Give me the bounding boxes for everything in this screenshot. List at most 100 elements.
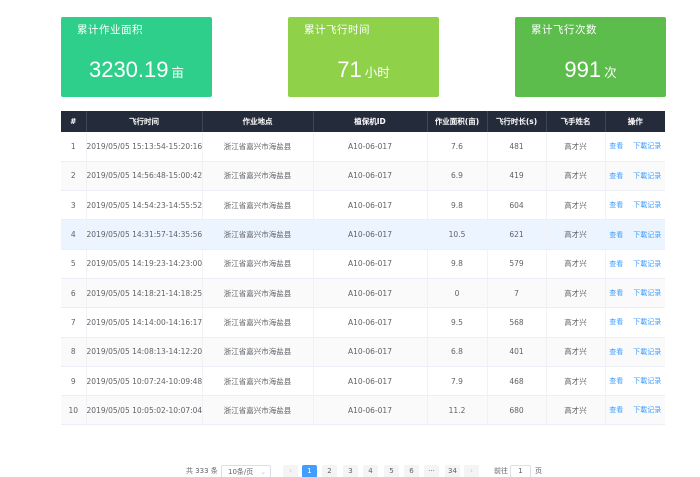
cell-location: 浙江省嘉兴市海盐县 — [202, 249, 314, 279]
stat-value: 71 小时 — [288, 57, 439, 83]
table-row: 10 2019/05/05 10:05:02-10:07:04 浙江省嘉兴市海盐县 A… — [61, 395, 665, 426]
column-header-pilot: 飞手姓名 — [546, 111, 606, 132]
table-row: 5 2019/05/05 14:19:23-14:23:00 浙江省嘉兴市海盐县 A1… — [61, 249, 665, 279]
page-button[interactable]: 3 — [343, 465, 358, 477]
stat-unit: 次 — [604, 65, 617, 80]
page-button[interactable]: 4 — [363, 465, 378, 477]
view-link[interactable]: 查看 — [609, 289, 623, 297]
cell-pilot: 高才兴 — [546, 161, 606, 192]
view-link[interactable]: 查看 — [609, 260, 623, 268]
column-header-device-id: 植保机ID — [313, 111, 428, 132]
cell-pilot: 高才兴 — [546, 219, 606, 250]
page-size-select[interactable]: 10条/页 ⌄ — [221, 465, 271, 477]
cell-index: 8 — [61, 337, 87, 367]
cell-index: 1 — [61, 132, 87, 162]
page-button[interactable]: 34 — [445, 465, 460, 477]
cell-device-id: A10-06-017 — [313, 366, 428, 397]
cell-actions: 查看 下載记录 — [605, 249, 665, 279]
cell-pilot: 高才兴 — [546, 249, 606, 279]
cell-pilot: 高才兴 — [546, 366, 606, 397]
download-record-link[interactable]: 下載记录 — [633, 172, 661, 180]
download-record-link[interactable]: 下載记录 — [633, 201, 661, 209]
cell-area: 6.8 — [427, 337, 488, 367]
download-record-link[interactable]: 下載记录 — [633, 289, 661, 297]
goto-suffix: 页 — [535, 467, 542, 475]
cell-area: 7.9 — [427, 366, 488, 397]
cell-index: 6 — [61, 278, 87, 309]
flight-records-table: # 飞行时间 作业地点 植保机ID 作业面积(亩) 飞行时长(s) 飞手姓名 操… — [61, 111, 665, 426]
cell-device-id: A10-06-017 — [313, 307, 428, 338]
cell-flight-time: 2019/05/05 10:05:02-10:07:04 — [86, 395, 203, 426]
table-row: 2 2019/05/05 14:56:48-15:00:42 浙江省嘉兴市海盐县 A1… — [61, 161, 665, 192]
page-button[interactable]: 1 — [302, 465, 317, 477]
cell-location: 浙江省嘉兴市海盐县 — [202, 132, 314, 162]
cell-actions: 查看 下載记录 — [605, 366, 665, 397]
table-row: 3 2019/05/05 14:54:23-14:55:52 浙江省嘉兴市海盐县 A1… — [61, 190, 665, 221]
cell-pilot: 高才兴 — [546, 190, 606, 221]
cell-pilot: 高才兴 — [546, 395, 606, 426]
view-link[interactable]: 查看 — [609, 318, 623, 326]
cell-area: 10.5 — [427, 219, 488, 250]
cell-index: 3 — [61, 190, 87, 221]
stat-unit: 小时 — [364, 65, 390, 80]
page-button[interactable]: 2 — [322, 465, 337, 477]
cell-area: 9.8 — [427, 190, 488, 221]
view-link[interactable]: 查看 — [609, 406, 623, 414]
download-record-link[interactable]: 下載记录 — [633, 260, 661, 268]
column-header-index: # — [61, 111, 87, 132]
download-record-link[interactable]: 下載记录 — [633, 318, 661, 326]
cell-location: 浙江省嘉兴市海盐县 — [202, 366, 314, 397]
page-button[interactable]: 5 — [384, 465, 399, 477]
cell-device-id: A10-06-017 — [313, 161, 428, 192]
cell-flight-time: 2019/05/05 14:54:23-14:55:52 — [86, 190, 203, 221]
table-row: 1 2019/05/05 15:13:54-15:20:16 浙江省嘉兴市海盐县 A1… — [61, 132, 665, 162]
download-record-link[interactable]: 下載记录 — [633, 231, 661, 239]
cell-duration: 401 — [487, 337, 547, 367]
page-button[interactable]: 6 — [404, 465, 419, 477]
cell-area: 0 — [427, 278, 488, 309]
cell-location: 浙江省嘉兴市海盐县 — [202, 278, 314, 309]
cell-duration: 621 — [487, 219, 547, 250]
download-record-link[interactable]: 下載记录 — [633, 348, 661, 356]
download-record-link[interactable]: 下載记录 — [633, 406, 661, 414]
stat-card-area: 累计作业面积 3230.19 亩 — [61, 17, 212, 97]
cell-flight-time: 2019/05/05 14:56:48-15:00:42 — [86, 161, 203, 192]
goto-page-input[interactable] — [510, 465, 531, 477]
chevron-left-icon[interactable]: ‹ — [283, 465, 298, 477]
view-link[interactable]: 查看 — [609, 201, 623, 209]
cell-pilot: 高才兴 — [546, 132, 606, 162]
view-link[interactable]: 查看 — [609, 172, 623, 180]
cell-flight-time: 2019/05/05 10:07:24-10:09:48 — [86, 366, 203, 397]
view-link[interactable]: 查看 — [609, 142, 623, 150]
page-ellipsis[interactable]: ··· — [424, 465, 439, 477]
stat-card-flight-time: 累计飞行时间 71 小时 — [288, 17, 439, 97]
cell-duration: 680 — [487, 395, 547, 426]
chevron-right-icon[interactable]: › — [464, 465, 479, 477]
cell-index: 4 — [61, 219, 87, 250]
download-record-link[interactable]: 下載记录 — [633, 377, 661, 385]
stat-card-flight-count: 累计飞行次数 991 次 — [515, 17, 666, 97]
stat-title: 累计作业面积 — [77, 24, 143, 36]
cell-actions: 查看 下載记录 — [605, 337, 665, 367]
cell-pilot: 高才兴 — [546, 278, 606, 309]
table-row: 6 2019/05/05 14:18:21-14:18:25 浙江省嘉兴市海盐县 A1… — [61, 278, 665, 309]
stat-number: 3230.19 — [88, 57, 169, 82]
cell-index: 10 — [61, 395, 87, 426]
table-header-row: # 飞行时间 作业地点 植保机ID 作业面积(亩) 飞行时长(s) 飞手姓名 操… — [61, 111, 665, 132]
view-link[interactable]: 查看 — [609, 231, 623, 239]
view-link[interactable]: 查看 — [609, 348, 623, 356]
cell-location: 浙江省嘉兴市海盐县 — [202, 395, 314, 426]
column-header-flight-time: 飞行时间 — [86, 111, 203, 132]
cell-device-id: A10-06-017 — [313, 395, 428, 426]
stat-title: 累计飞行时间 — [304, 24, 370, 36]
cell-flight-time: 2019/05/05 14:18:21-14:18:25 — [86, 278, 203, 309]
download-record-link[interactable]: 下載记录 — [633, 142, 661, 150]
cell-duration: 481 — [487, 132, 547, 162]
table-row: 8 2019/05/05 14:08:13-14:12:20 浙江省嘉兴市海盐县 A1… — [61, 337, 665, 367]
cell-device-id: A10-06-017 — [313, 219, 428, 250]
cell-area: 7.6 — [427, 132, 488, 162]
cell-device-id: A10-06-017 — [313, 337, 428, 367]
view-link[interactable]: 查看 — [609, 377, 623, 385]
table-row: 9 2019/05/05 10:07:24-10:09:48 浙江省嘉兴市海盐县 A1… — [61, 366, 665, 397]
column-header-actions: 操作 — [605, 111, 665, 132]
